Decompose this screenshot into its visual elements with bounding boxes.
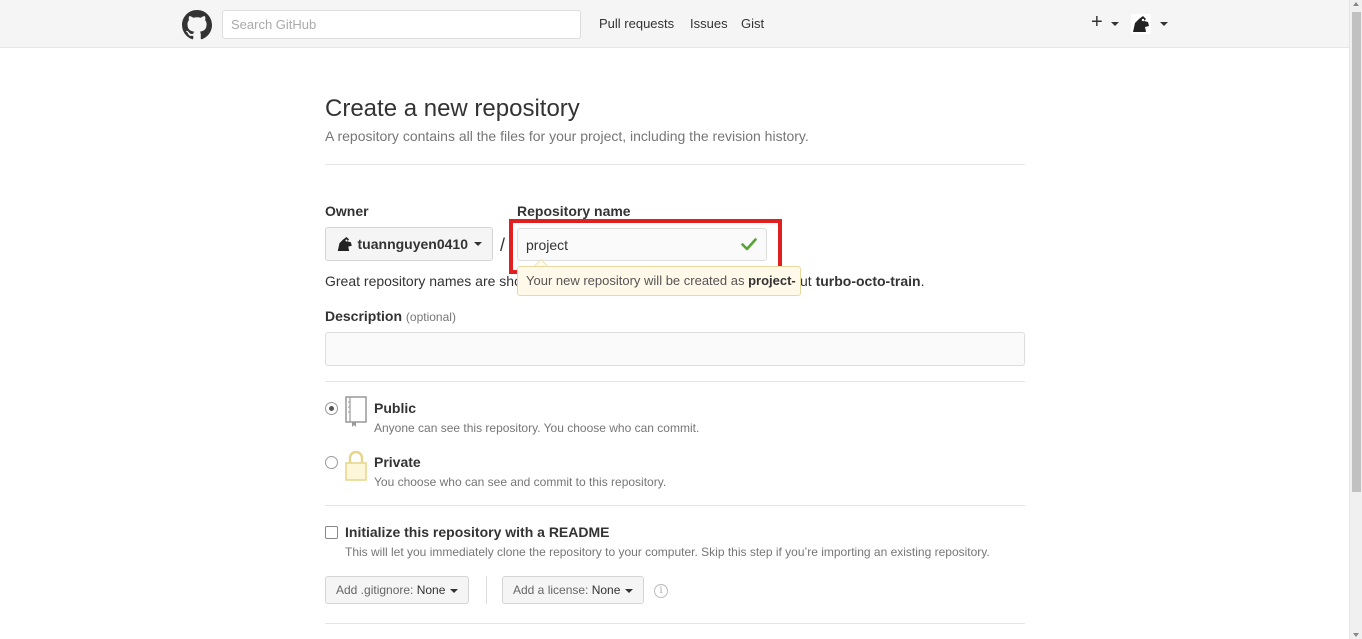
license-select-button[interactable]: Add a license: None [502, 576, 645, 604]
license-value: None [591, 583, 621, 597]
chevron-down-icon[interactable] [1160, 22, 1168, 26]
search-input[interactable] [222, 10, 581, 39]
init-readme-label[interactable]: Initialize this repository with a README [345, 524, 609, 540]
page-title: Create a new repository [325, 95, 580, 122]
description-label: Description (optional) [325, 308, 456, 324]
hint-end-suffix: . [920, 273, 925, 289]
gitignore-select-button[interactable]: Add .gitignore: None [325, 576, 470, 604]
info-icon[interactable]: i [654, 584, 668, 598]
github-octocat-icon[interactable] [182, 10, 212, 40]
public-radio[interactable] [325, 402, 338, 415]
gitignore-value: None [416, 583, 446, 597]
init-readme-desc: This will let you immediately clone the … [345, 545, 990, 559]
scrollbar[interactable] [1349, 0, 1362, 639]
divider [486, 576, 487, 604]
chevron-down-icon [450, 588, 459, 593]
page-subtitle: A repository contains all the files for … [325, 128, 809, 144]
scroll-down-arrow-icon[interactable] [1353, 633, 1359, 637]
repo-name-label: Repository name [517, 203, 631, 219]
gitignore-label: Add .gitignore: [336, 583, 417, 597]
private-option-title[interactable]: Private [374, 454, 421, 470]
public-option-desc: Anyone can see this repository. You choo… [374, 421, 700, 435]
scroll-up-arrow-icon[interactable] [1353, 2, 1359, 6]
suggested-name-link[interactable]: turbo-octo-train [816, 273, 921, 289]
public-option-title[interactable]: Public [374, 400, 416, 416]
nav-pull-requests[interactable]: Pull requests [599, 16, 674, 31]
repo-book-icon [345, 396, 367, 427]
repo-name-tooltip: Your new repository will be created as p… [517, 266, 801, 296]
divider [325, 381, 1025, 382]
optional-tag: (optional) [405, 310, 456, 324]
description-label-text: Description [325, 308, 403, 324]
owner-name: tuannguyen0410 [357, 236, 468, 252]
description-input[interactable] [325, 332, 1025, 366]
lock-icon [345, 450, 367, 481]
owner-select-button[interactable]: tuannguyen0410 [325, 227, 493, 261]
site-header: Pull requests Issues Gist + [0, 0, 1349, 48]
repo-name-hint-suggestion: ut turbo-octo-train. [800, 273, 924, 289]
owner-repo-separator: / [500, 235, 506, 255]
init-readme-checkbox[interactable] [325, 526, 338, 539]
scroll-thumb[interactable] [1352, 12, 1361, 492]
private-radio[interactable] [325, 456, 338, 469]
chevron-down-icon [625, 588, 634, 593]
license-label: Add a license: [513, 583, 592, 597]
repo-name-hint: Great repository names are sho [325, 273, 522, 289]
tooltip-repo-name: project- [748, 273, 796, 288]
owner-avatar [337, 236, 352, 252]
chevron-down-icon[interactable] [1111, 22, 1119, 26]
divider [325, 164, 1025, 165]
chevron-down-icon [474, 242, 482, 246]
divider [325, 623, 1025, 624]
nav-gist[interactable]: Gist [741, 16, 764, 31]
user-avatar[interactable] [1131, 14, 1151, 34]
plus-icon[interactable]: + [1091, 12, 1103, 32]
private-option-desc: You choose who can see and commit to thi… [374, 475, 667, 489]
owner-label: Owner [325, 203, 369, 219]
divider [325, 505, 1025, 506]
hint-end-prefix: ut [800, 273, 816, 289]
nav-issues[interactable]: Issues [690, 16, 728, 31]
tooltip-text: Your new repository will be created as [526, 273, 749, 288]
